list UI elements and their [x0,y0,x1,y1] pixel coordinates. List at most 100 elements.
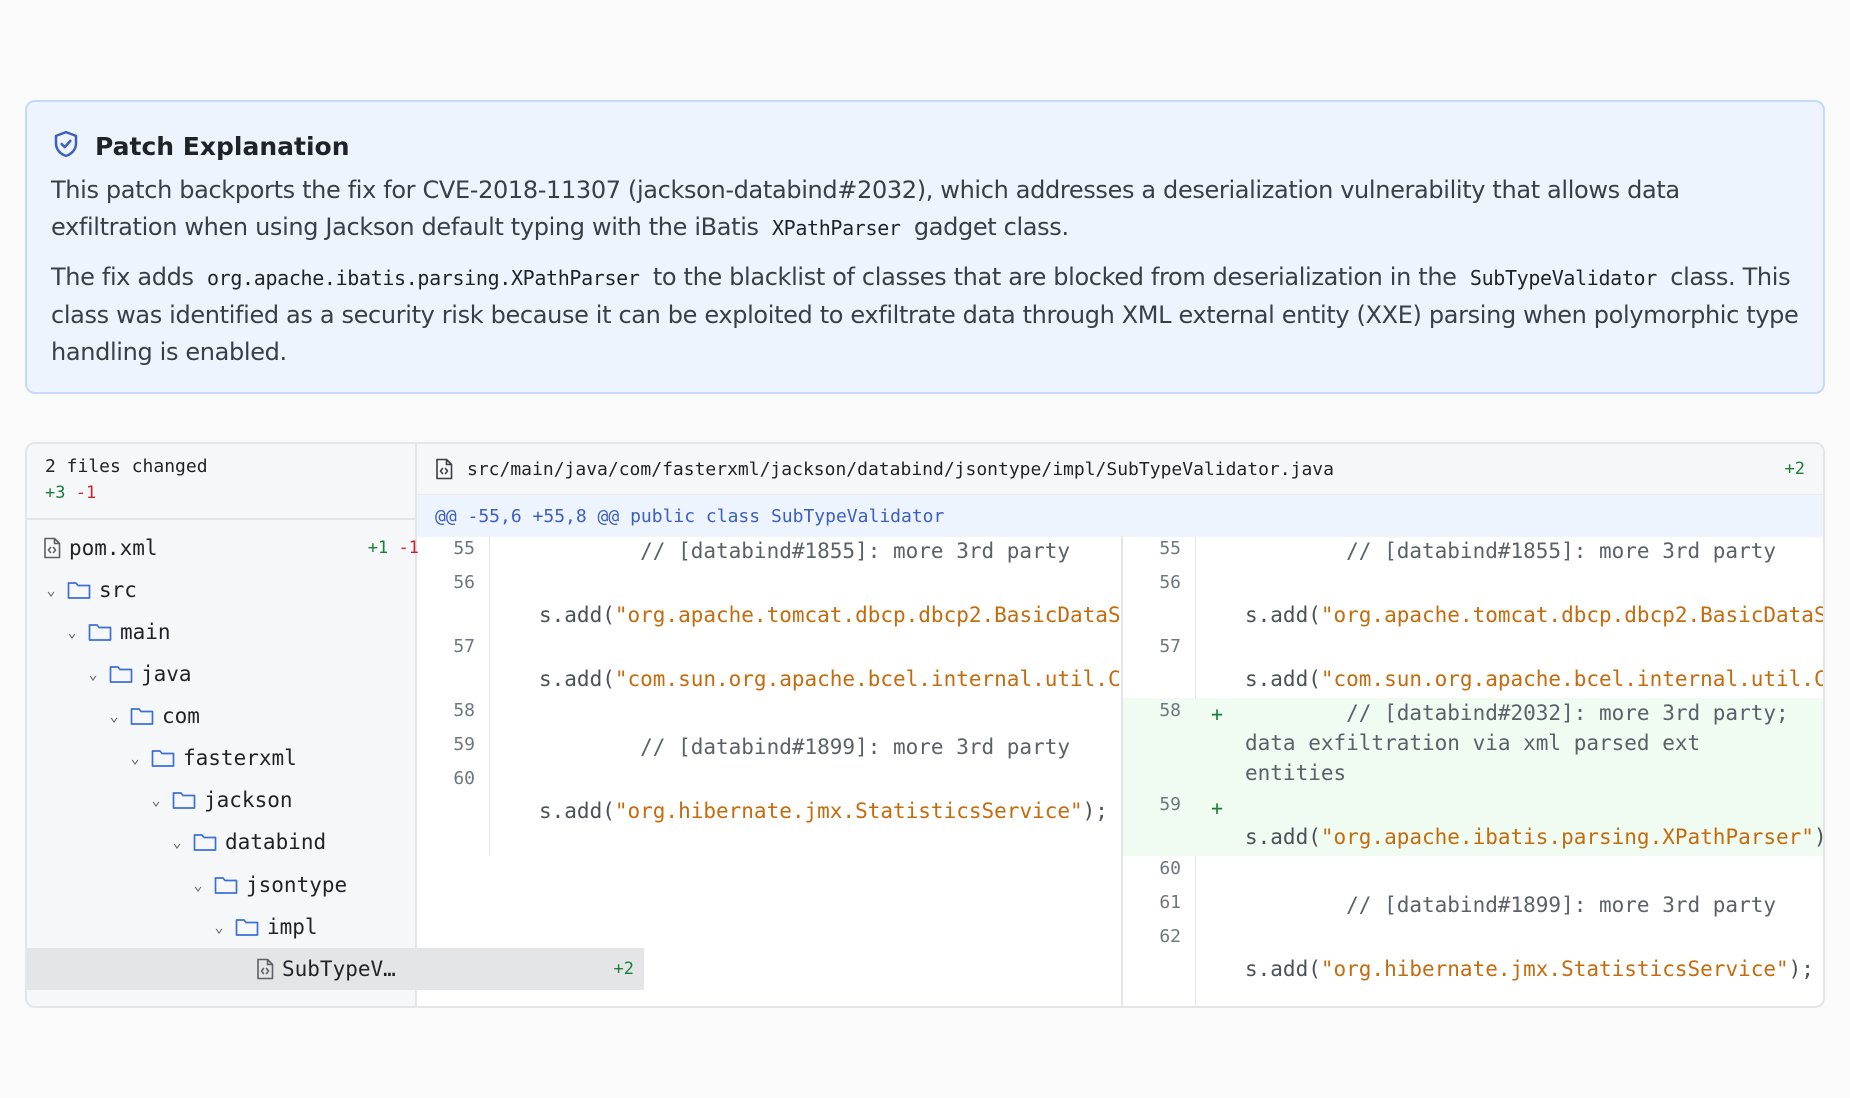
diff-line: 60 s.add("org.hibernate.jmx.StatisticsSer… [417,766,1121,830]
line-number: 60 [1159,858,1181,879]
file-tree-sidebar: 2 files changed +3 -1 pom.xml +1 -1 ⌄ src ⌄ m… [27,444,644,1006]
diff-line: 58 [417,698,1121,732]
line-number: 56 [453,572,475,593]
code-call: s.add( [539,603,615,627]
diff-line: 59 // [databind#1899]: more 3rd party [417,732,1121,766]
tree-item-label: main [120,620,171,644]
summary-stats: +3 -1 [45,483,415,503]
file-header[interactable]: src/main/java/com/fasterxml/jackson/data… [417,444,1823,495]
line-number: 57 [453,636,475,657]
shield-check-icon [51,129,81,163]
code-string: "com.sun.org.apache.bcel.internal.util.C… [614,667,1121,691]
code-text: s.add("org.apache.ibatis.parsing.XPathPa… [1245,792,1823,852]
added-marker: + [1211,796,1224,820]
file-path: src/main/java/com/fasterxml/jackson/data… [467,458,1334,480]
line-number: 59 [453,734,475,755]
folder-icon [151,748,175,768]
summary-additions: +3 [45,483,66,503]
code-text: s.add("org.apache.tomcat.dbcp.dbcp2.Basi… [1245,570,1823,630]
p2-code-class: org.apache.ibatis.parsing.XPathParser [206,266,640,290]
folder-icon [193,832,217,852]
diff-line-added: 58 + // [databind#2032]: more 3rd party; d… [1123,698,1823,792]
code-call-end: ); [1814,825,1823,849]
tree-item-label: fasterxml [183,746,297,770]
code-call: s.add( [539,667,615,691]
line-number: 55 [453,538,475,559]
code-call: s.add( [1245,825,1321,849]
diff-line: 55 // [databind#1855]: more 3rd party [417,536,1121,570]
folder-icon [172,790,196,810]
chevron-down-icon[interactable]: ⌄ [43,581,59,599]
tree-item-label: impl [267,915,318,939]
code-text: // [databind#1855]: more 3rd party [1245,536,1776,566]
files-changed-label: 2 files changed [45,456,208,477]
patch-explanation-title: Patch Explanation [95,131,350,161]
tree-item-additions: +1 [367,538,389,558]
tree-item-label: java [141,662,192,686]
tree-item-label: pom.xml [69,536,158,560]
code-string: "org.apache.tomcat.dbcp.dbcp2.BasicDataS… [614,603,1121,627]
p2-code-validator: SubTypeValidator [1469,266,1657,290]
tree-item-label: jackson [204,788,293,812]
code-comment: // [databind#1899]: more 3rd party [539,735,1071,759]
chevron-down-icon[interactable]: ⌄ [190,876,206,894]
code-comment: // [databind#1855]: more 3rd party [539,539,1071,563]
tree-item-label: databind [225,830,327,854]
diff-line: 60 [1123,856,1823,890]
line-number: 61 [1159,892,1181,913]
code-call-end: ); [1082,799,1108,823]
tree-item-stats: +1 -1 [368,538,419,558]
chevron-down-icon[interactable]: ⌄ [148,791,164,809]
diff-right-pane[interactable]: 55 // [databind#1855]: more 3rd party 56 s… [1123,536,1823,1006]
file-additions: +2 [1784,459,1805,479]
p1-tail: gadget class. [913,213,1069,241]
folder-icon [130,706,154,726]
tree-item-label: src [99,578,137,602]
chevron-down-icon[interactable]: ⌄ [211,918,227,936]
explanation-paragraph-1: This patch backports the fix for CVE-201… [51,172,1799,247]
tree-folder-java[interactable]: ⌄ java [27,653,473,695]
diff-line: 62 s.add("org.hibernate.jmx.StatisticsSer… [1123,924,1823,988]
code-text: s.add("org.apache.tomcat.dbcp.dbcp2.Basi… [539,570,1121,630]
diff-line-added: 59 + s.add("org.apache.ibatis.parsing.XPat… [1123,792,1823,856]
code-comment: data exfiltration via xml parsed ext [1245,731,1701,755]
diff-line: 56 s.add("org.apache.tomcat.dbcp.dbcp2.Ba… [1123,570,1823,634]
code-string: "org.apache.ibatis.parsing.XPathParser" [1320,825,1814,849]
diff-left-pane[interactable]: 55 // [databind#1855]: more 3rd party 56 s… [417,536,1123,1006]
code-string: "com.sun.org.apache.bcel.internal.util.C… [1320,667,1823,691]
summary-deletions: -1 [75,483,97,503]
code-comment: entities [1245,761,1347,785]
chevron-down-icon[interactable]: ⌄ [127,749,143,767]
code-comment: // [databind#1899]: more 3rd party [1245,893,1777,917]
code-text: // [databind#1855]: more 3rd party [539,536,1070,566]
code-text: // [databind#2032]: more 3rd party; data … [1245,698,1789,788]
chevron-down-icon[interactable]: ⌄ [169,833,185,851]
line-number: 58 [453,700,475,721]
line-number: 58 [1159,700,1181,721]
code-string: "org.apache.tomcat.dbcp.dbcp2.BasicDataS… [1320,603,1823,627]
code-comment: // [databind#1855]: more 3rd party [1245,539,1777,563]
tree-item-label: jsontype [246,873,348,897]
diff-line: 57 s.add("com.sun.org.apache.bcel.interna… [1123,634,1823,698]
code-comment: // [databind#2032]: more 3rd party; [1245,701,1789,725]
folder-icon [214,875,238,895]
line-number: 56 [1159,572,1181,593]
code-string: "org.hibernate.jmx.StatisticsService" [614,799,1083,823]
diff-line: 57 s.add("com.sun.org.apache.bcel.interna… [417,634,1121,698]
chevron-down-icon[interactable]: ⌄ [106,707,122,725]
line-number: 60 [453,768,475,789]
line-number: 57 [1159,636,1181,657]
code-text: s.add("com.sun.org.apache.bcel.internal.… [539,634,1121,694]
tree-file[interactable]: pom.xml +1 -1 [27,527,431,569]
code-text: // [databind#1899]: more 3rd party [539,732,1070,762]
folder-icon [67,580,91,600]
tree-folder-src[interactable]: ⌄ src [27,569,431,611]
tree-folder-main[interactable]: ⌄ main [27,611,452,653]
code-text: s.add("org.hibernate.jmx.StatisticsServi… [539,766,1108,826]
explanation-paragraph-2: The fix adds org.apache.ibatis.parsing.X… [51,259,1799,371]
chevron-down-icon[interactable]: ⌄ [85,665,101,683]
files-changed-summary: 2 files changed +3 -1 [27,444,415,520]
chevron-down-icon[interactable]: ⌄ [64,623,80,641]
tree-item-deletions: -1 [388,538,419,558]
p2-lead: The fix adds [51,263,194,291]
